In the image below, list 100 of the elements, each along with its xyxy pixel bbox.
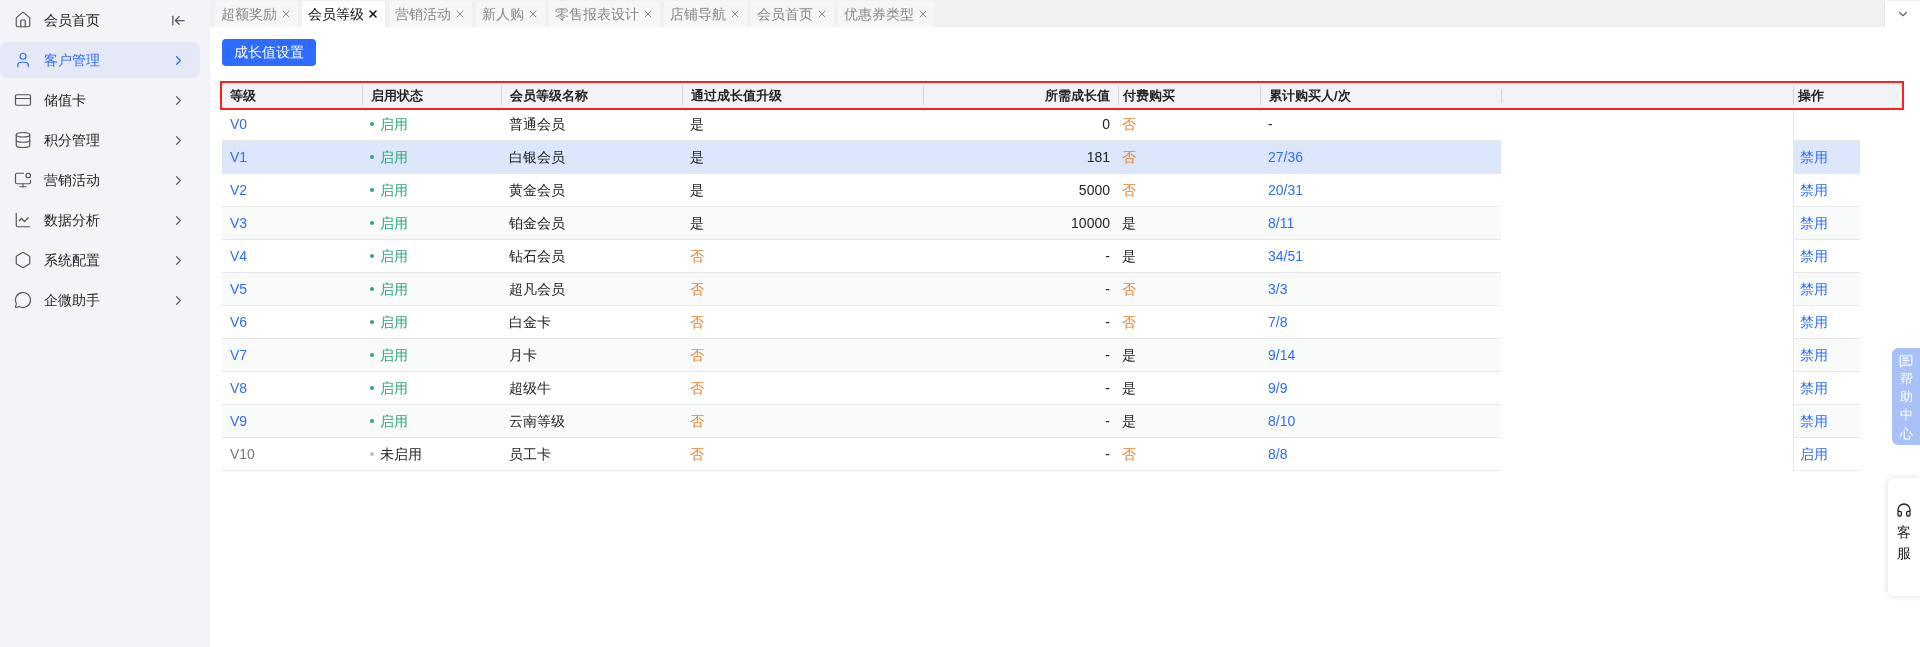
buyers-link[interactable]: 3/3	[1268, 278, 1288, 300]
sidebar-item[interactable]: 系统配置	[0, 242, 200, 278]
hexagon-icon	[14, 251, 32, 269]
action-link[interactable]: 禁用	[1800, 311, 1828, 333]
tab[interactable]: 会员等级	[302, 1, 385, 27]
action-link[interactable]: 禁用	[1800, 377, 1828, 399]
table-cell-text: 否	[690, 411, 704, 431]
table-cell-text: 是	[1122, 378, 1136, 398]
table-cell-text: 白金卡	[509, 312, 551, 332]
table-cell-text: 是	[1122, 345, 1136, 365]
sidebar-item[interactable]: 营销活动	[0, 162, 200, 198]
status-text: 启用	[380, 345, 408, 365]
buyers-link[interactable]: 20/31	[1268, 179, 1304, 201]
table-cell-text: -	[1105, 246, 1110, 266]
buyers-link[interactable]: 8/8	[1268, 443, 1288, 465]
buyers-link[interactable]: 8/10	[1268, 410, 1296, 432]
table-cell-text: 0	[1102, 114, 1110, 134]
status-text: 启用	[380, 378, 408, 398]
status-text: 启用	[380, 411, 408, 431]
level-link[interactable]: V3	[230, 212, 248, 234]
sidebar-label: 积分管理	[44, 130, 101, 150]
status-text: 启用	[380, 279, 408, 299]
buyers-link[interactable]: 34/51	[1268, 245, 1304, 267]
table-cell-text: 是	[1122, 246, 1136, 266]
action-link[interactable]: 启用	[1800, 443, 1828, 465]
table-cell-text: 10000	[1071, 213, 1110, 233]
sidebar-label: 营销活动	[44, 170, 101, 190]
sidebar-label: 客户管理	[44, 50, 101, 70]
level-link[interactable]: V0	[230, 113, 248, 135]
table-cell-text: 是	[690, 213, 704, 233]
table-cell-text: 否	[1122, 444, 1136, 464]
table-cell-text: 月卡	[509, 345, 537, 365]
tab[interactable]: 会员首页	[751, 1, 834, 27]
buyers-link[interactable]: 27/36	[1268, 146, 1304, 168]
database-icon	[14, 131, 32, 149]
table-cell-text: 钻石会员	[509, 246, 565, 266]
level-link[interactable]: V6	[230, 311, 248, 333]
table-cell-text: 云南等级	[509, 411, 565, 431]
table-cell-text: 5000	[1078, 180, 1110, 200]
action-link[interactable]: 禁用	[1800, 179, 1828, 201]
table-cell-text: 否	[690, 246, 704, 266]
table-cell-text: 否	[690, 444, 704, 464]
buyers-link[interactable]: 8/11	[1268, 212, 1295, 234]
table-cell-text: -	[1105, 312, 1110, 332]
headset-icon	[1896, 502, 1912, 518]
table-cell-text: 否	[690, 378, 704, 398]
column-header: 等级	[230, 87, 256, 103]
sidebar-item[interactable]: 数据分析	[0, 202, 200, 238]
sidebar-item[interactable]: 积分管理	[0, 122, 200, 158]
tab[interactable]: 店铺导航	[664, 1, 747, 27]
table-cell-text: 铂金会员	[509, 213, 565, 233]
tab[interactable]: 营销活动	[389, 1, 472, 27]
action-link[interactable]: 禁用	[1800, 245, 1828, 267]
table-cell-text: 员工卡	[509, 444, 551, 464]
buyers-link[interactable]: 9/9	[1268, 377, 1288, 399]
status-text: 启用	[380, 147, 408, 167]
line-chart-icon	[14, 211, 32, 229]
level-link[interactable]: V7	[230, 344, 248, 366]
table-cell-text: 是	[690, 180, 704, 200]
tab[interactable]: 零售报表设计	[549, 1, 660, 27]
sidebar-label: 数据分析	[44, 210, 101, 230]
user-icon	[14, 51, 32, 69]
status-text: 启用	[380, 312, 408, 332]
table-cell-text: -	[1105, 345, 1110, 365]
buyers-link[interactable]: 9/14	[1268, 344, 1296, 366]
table-cell-text: 否	[690, 279, 704, 299]
column-header: 累计购买人/次	[1269, 87, 1351, 103]
sidebar-item[interactable]: 会员首页	[0, 2, 200, 38]
growth-settings-button[interactable]: 成长值设置	[222, 39, 316, 66]
table-cell-text: 否	[690, 345, 704, 365]
table-cell-text: 黄金会员	[509, 180, 565, 200]
level-link[interactable]: V5	[230, 278, 248, 300]
tab[interactable]: 优惠券类型	[838, 1, 935, 27]
table-cell-text: 是	[690, 147, 704, 167]
sidebar-item[interactable]: 客户管理	[0, 42, 200, 78]
table-cell-text: 白银会员	[509, 147, 565, 167]
sidebar-label: 储值卡	[44, 90, 87, 110]
tab[interactable]: 超额奖励	[215, 1, 298, 27]
home-icon	[14, 11, 32, 29]
buyers-link[interactable]: 7/8	[1268, 311, 1288, 333]
tab[interactable]: 新人购	[476, 1, 545, 27]
table-cell-text: 否	[1122, 114, 1136, 134]
level-link[interactable]: V9	[230, 410, 248, 432]
level-link[interactable]: V2	[230, 179, 248, 201]
column-header: 所需成长值	[1045, 87, 1110, 103]
monitor-icon	[14, 171, 32, 189]
sidebar-item[interactable]: 储值卡	[0, 82, 200, 118]
level-link[interactable]: V1	[230, 146, 248, 168]
level-link[interactable]: V4	[230, 245, 248, 267]
column-header: 操作	[1798, 87, 1824, 103]
level-link[interactable]: V8	[230, 377, 248, 399]
close-icon[interactable]	[367, 8, 379, 20]
sidebar-item[interactable]: 企微助手	[0, 282, 200, 318]
customer-service-tab[interactable]: 客服	[1888, 478, 1920, 596]
chat-icon	[14, 291, 32, 309]
column-header: 通过成长值升级	[691, 87, 782, 103]
sidebar-label: 会员首页	[44, 10, 101, 30]
status-text: 启用	[380, 114, 408, 134]
table-cell-text: -	[1105, 378, 1110, 398]
level-link[interactable]: V10	[230, 443, 255, 465]
